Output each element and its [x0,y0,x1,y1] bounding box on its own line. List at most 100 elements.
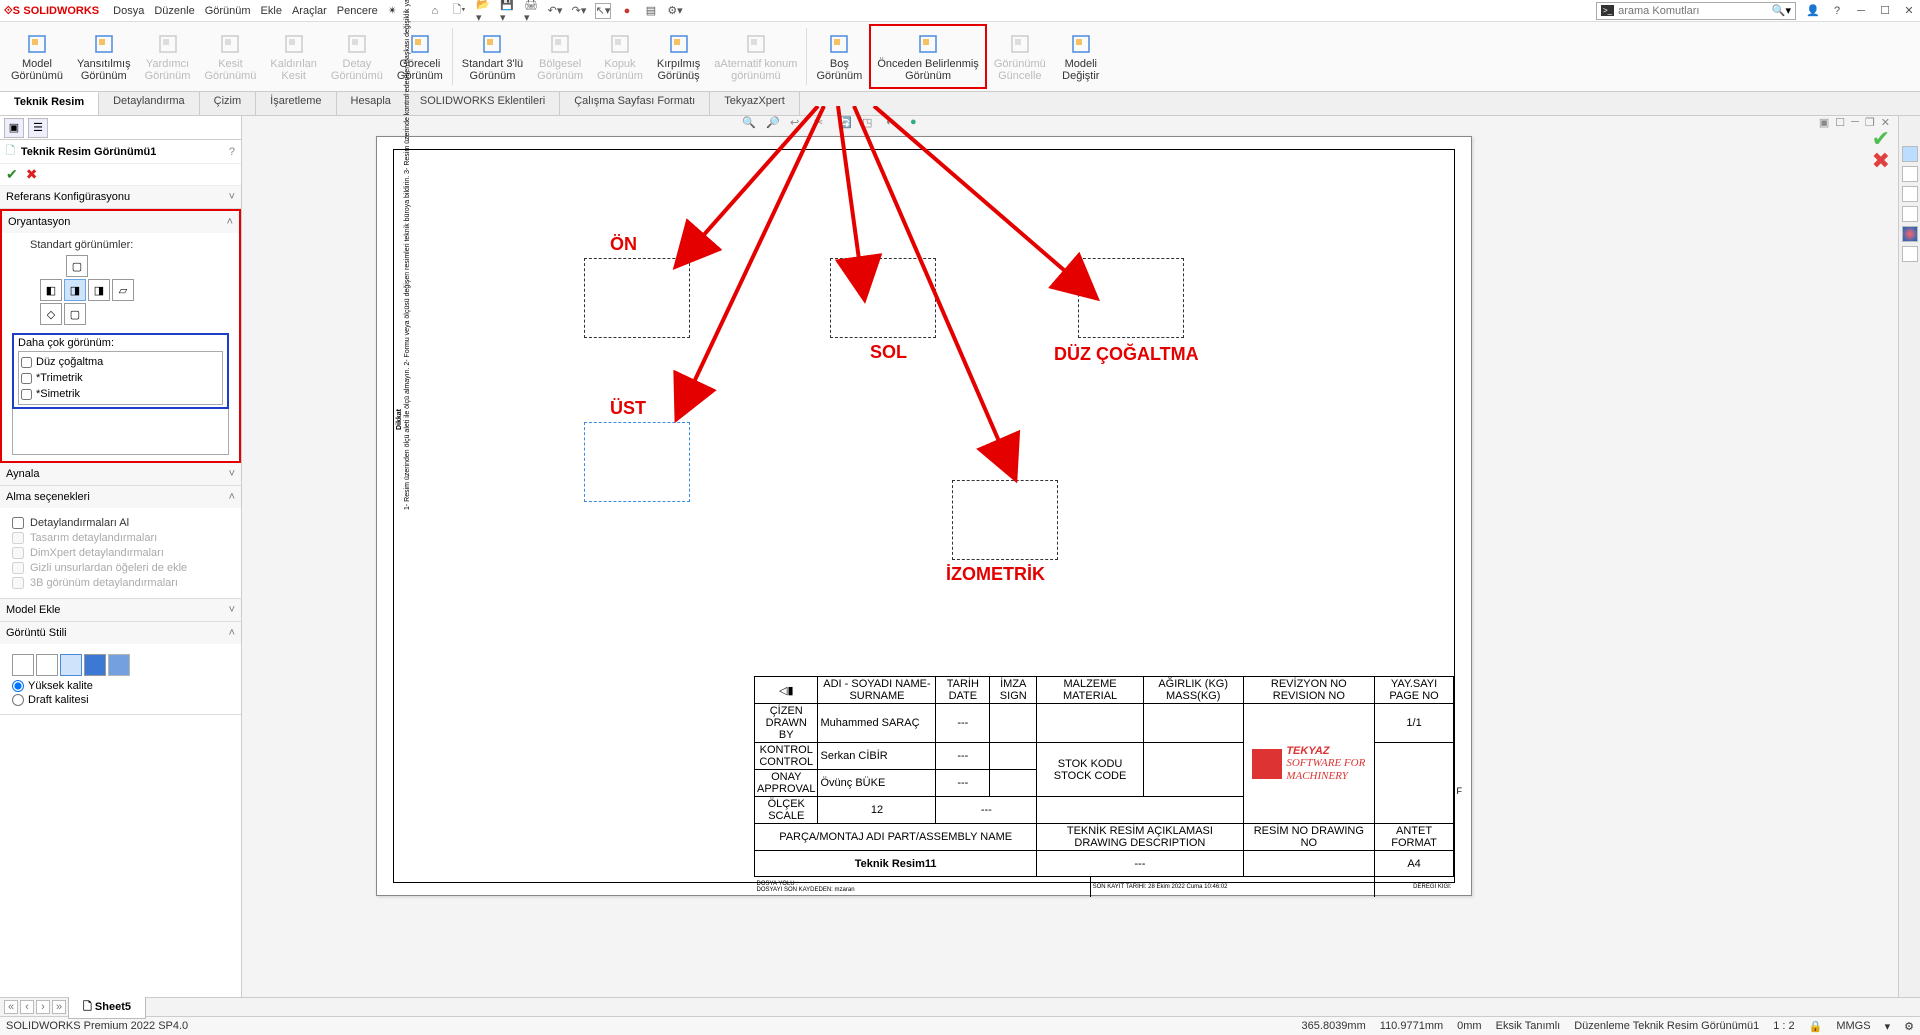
close-icon[interactable]: ✕ [1902,4,1916,18]
zoom-area-icon[interactable]: 🔎 [766,116,784,134]
redo-icon[interactable]: ↷▾ [571,3,587,19]
ref-config-header[interactable]: Referans Konfigürasyonu˅ [0,186,241,208]
view-palette-icon[interactable] [1902,206,1918,222]
save-icon[interactable]: 💾▾ [499,3,515,19]
view-box-left[interactable] [830,258,936,338]
ribbon-replace-model[interactable]: ModeliDeğiştir [1053,24,1109,89]
ribbon-model-view[interactable]: ModelGörünümü [4,24,70,89]
options-icon[interactable]: ⚙▾ [667,3,683,19]
list-icon[interactable]: ▤ [643,3,659,19]
doc-restore-icon[interactable]: ▣ [1819,116,1829,129]
tab-çalışma-sayfası-formatı[interactable]: Çalışma Sayfası Formatı [560,92,710,115]
mirror-header[interactable]: Aynala˅ [0,463,241,485]
menu-view[interactable]: Görünüm [205,5,251,17]
import-check-0[interactable]: Detaylandırmaları Al [12,517,231,529]
ds-hidden-visible[interactable] [36,654,58,676]
minimize-icon[interactable]: ─ [1854,4,1868,18]
scene-icon[interactable]: ◐ [886,116,904,134]
doc-max-icon[interactable]: ☐ [1835,116,1845,129]
rotate-icon[interactable]: 🔄 [838,116,856,134]
quality-high[interactable]: Yüksek kalite [12,680,229,692]
appearances-icon[interactable] [1902,226,1918,242]
help-icon[interactable]: ? [1830,4,1844,18]
menu-tools[interactable]: Araçlar [292,5,327,17]
view-iso[interactable]: ◇ [40,303,62,325]
menu-help-icon[interactable]: ✴ [388,4,397,17]
sheet-nav-prev[interactable]: ‹ [20,1000,34,1014]
ds-hidden-removed[interactable] [60,654,82,676]
view-box-front[interactable] [584,258,690,338]
view-box-dup[interactable] [1078,258,1184,338]
resources-icon[interactable] [1902,146,1918,162]
undo-icon[interactable]: ↶▾ [547,3,563,19]
view-back[interactable]: ▱ [112,279,134,301]
sheet-nav-last[interactable]: » [52,1000,66,1014]
tab-çizim[interactable]: Çizim [200,92,257,115]
status-lock-icon[interactable]: 🔒 [1809,1020,1823,1033]
ribbon-projected-view[interactable]: YansıtılmışGörünüm [70,24,138,89]
tab-solidworks-eklentileri[interactable]: SOLIDWORKS Eklentileri [406,92,560,115]
drawing-sheet[interactable]: Dikkat 1- Resim üzerinden ölçü aleti ile… [376,136,1472,896]
sheet-nav-first[interactable]: « [4,1000,18,1014]
open-icon[interactable]: 📂▾ [475,3,491,19]
appear-icon[interactable]: ● [910,116,928,134]
tab-detaylandırma[interactable]: Detaylandırma [99,92,200,115]
quality-draft[interactable]: Draft kalitesi [12,694,229,706]
display-icon[interactable]: ◳ [862,116,880,134]
more-view-*Simetrik[interactable]: *Simetrik [21,386,220,402]
view-left[interactable]: ◧ [40,279,62,301]
home-icon[interactable]: ⌂ [427,3,443,19]
feature-tree-icon[interactable]: ▣ [4,118,24,138]
cancel-icon[interactable]: ✖ [26,166,38,183]
view-front[interactable]: ◨ [64,279,86,301]
import-opts-header[interactable]: Alma seçenekleri˄ [0,486,241,508]
ds-shaded-edges[interactable] [84,654,106,676]
user-icon[interactable]: 👤 [1806,4,1820,18]
design-lib-icon[interactable] [1902,166,1918,182]
tab-tekyazxpert[interactable]: TekyazXpert [710,92,800,115]
menu-window[interactable]: Pencere [337,5,378,17]
view-top[interactable]: ▢ [66,255,88,277]
tab-i̇şaretleme[interactable]: İşaretleme [256,92,336,115]
status-units[interactable]: MMGS [1836,1020,1870,1032]
tab-teknik-resim[interactable]: Teknik Resim [0,92,99,115]
ribbon-empty-view[interactable]: BoşGörünüm [809,24,869,89]
ds-shaded[interactable] [108,654,130,676]
traffic-icon[interactable]: ● [619,3,635,19]
sheet-nav-next[interactable]: › [36,1000,50,1014]
ribbon-crop-view[interactable]: KırpılmışGörünüş [650,24,707,89]
prev-view-icon[interactable]: ↩ [790,116,808,134]
ribbon-relative-view[interactable]: GöreceliGörünüm [390,24,450,89]
display-style-header[interactable]: Görüntü Stili˄ [0,622,241,644]
drawing-canvas[interactable]: 🔍 🔎 ↩ ✂ 🔄 ◳ ◐ ● ▣ ☐ ─ ❐ ✕ ✔ ✖ Dikkat 1- … [242,116,1920,997]
menu-file[interactable]: Dosya [113,5,144,17]
more-views-list[interactable]: Düz çoğaltma*Trimetrik*Simetrik [18,351,223,405]
menu-edit[interactable]: Düzenle [154,5,194,17]
section-icon[interactable]: ✂ [814,116,832,134]
more-view-*Trimetrik[interactable]: *Trimetrik [21,370,220,386]
select-icon[interactable]: ↖▾ [595,3,611,19]
new-icon[interactable]: 🗋▾ [451,3,467,19]
maximize-icon[interactable]: ☐ [1878,4,1892,18]
search-input[interactable] [1618,5,1772,17]
view-box-iso[interactable] [952,480,1058,560]
more-view-Düz çoğaltma[interactable]: Düz çoğaltma [21,354,220,370]
status-scale[interactable]: 1 : 2 [1773,1020,1794,1032]
ok-icon[interactable]: ✔ [6,166,18,183]
view-right[interactable]: ◨ [88,279,110,301]
reject-icon[interactable]: ✖ [1872,148,1890,174]
search-icon[interactable]: 🔍▾ [1772,4,1791,17]
print-icon[interactable]: 🖨▾ [523,3,539,19]
ribbon-std3-view[interactable]: Standart 3'lüGörünüm [455,24,530,89]
model-add-header[interactable]: Model Ekle˅ [0,599,241,621]
command-search[interactable]: >_ 🔍▾ [1596,2,1796,20]
menu-insert[interactable]: Ekle [261,5,282,17]
tab-hesapla[interactable]: Hesapla [337,92,406,115]
ribbon-predef-view[interactable]: Önceden BelirlenmişGörünüm [869,24,987,89]
view-box-top-selected[interactable] [584,422,690,502]
orientation-header[interactable]: Oryantasyon˄ [2,211,239,233]
status-gear-icon[interactable]: ⚙ [1904,1020,1914,1033]
ds-wireframe[interactable] [12,654,34,676]
view-bottom[interactable]: ▢ [64,303,86,325]
zoom-fit-icon[interactable]: 🔍 [742,116,760,134]
